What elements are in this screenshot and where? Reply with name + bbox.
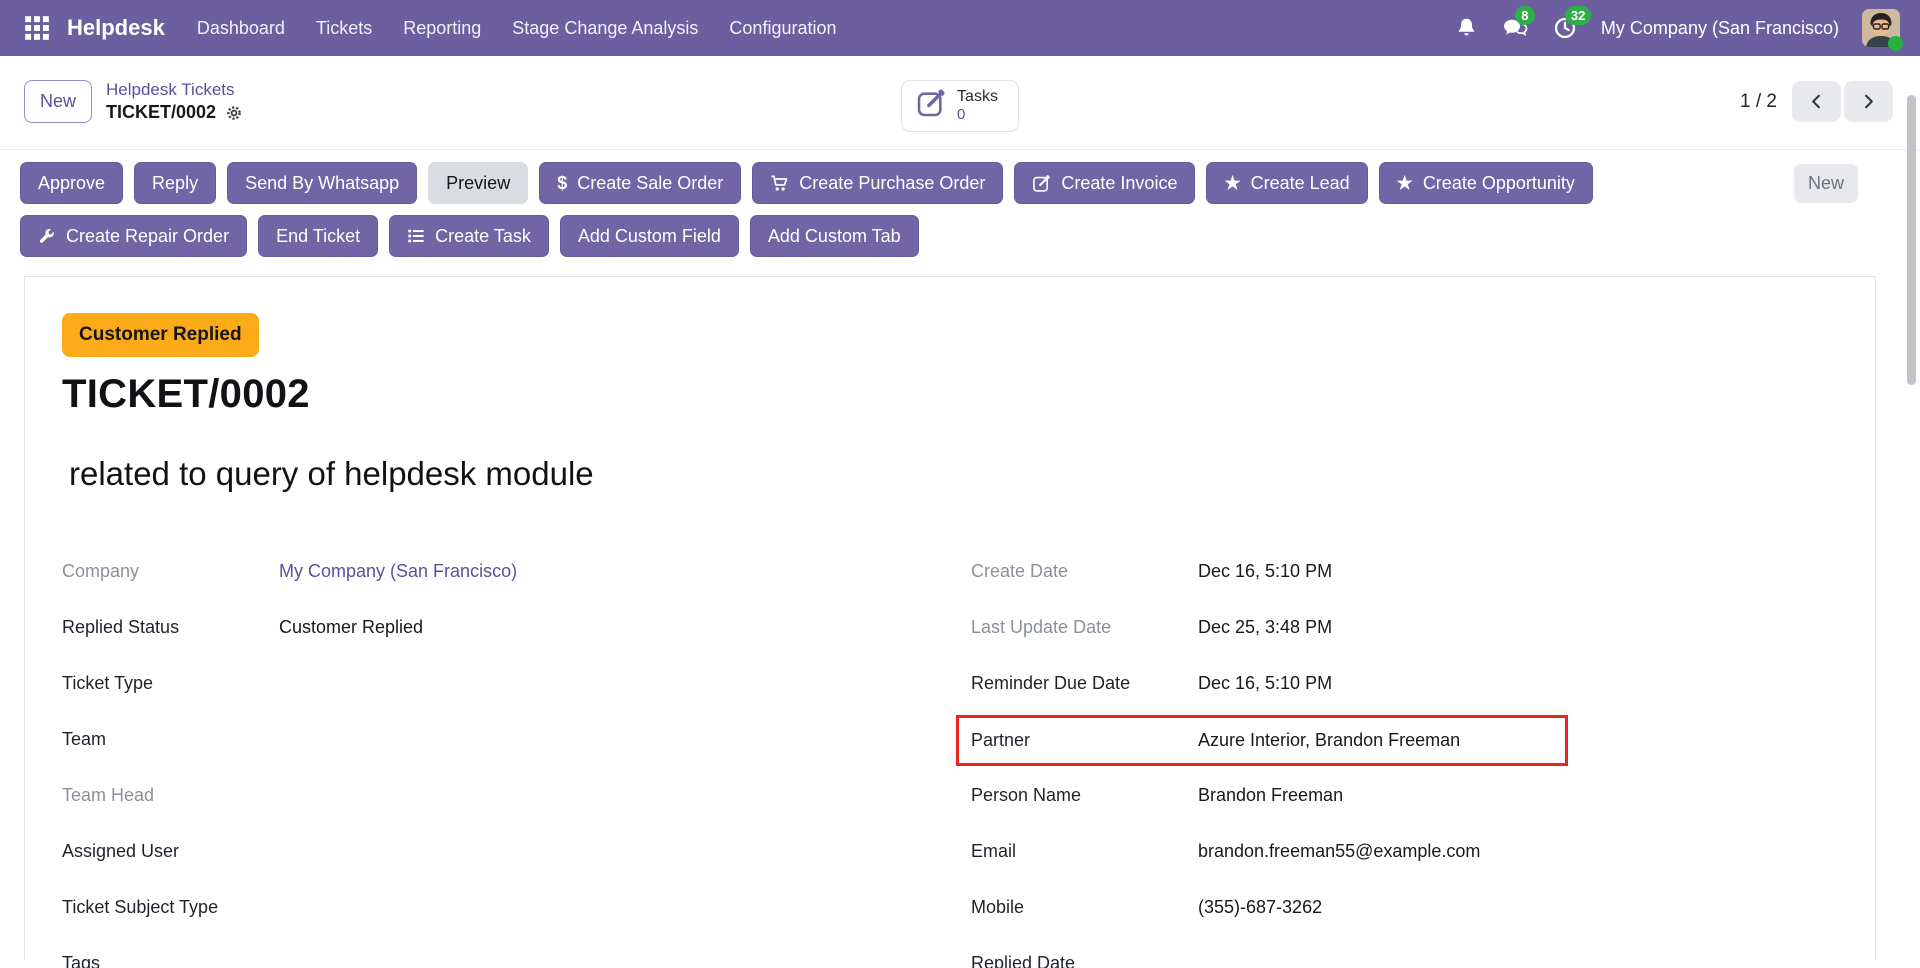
field-create-date: Create Date Dec 16, 5:10 PM xyxy=(971,559,1835,615)
online-status-dot xyxy=(1888,36,1903,51)
tasks-label: Tasks xyxy=(957,88,998,106)
action-button-bar: Approve Reply Send By Whatsapp Preview $… xyxy=(0,149,1920,257)
create-task-button[interactable]: Create Task xyxy=(389,215,549,257)
breadcrumb: Helpdesk Tickets TICKET/0002 xyxy=(106,80,243,123)
top-navbar: Helpdesk Dashboard Tickets Reporting Sta… xyxy=(0,0,1920,56)
edit-square-icon xyxy=(1032,174,1051,193)
pager-position: 1 / 2 xyxy=(1740,91,1777,113)
chevron-left-icon xyxy=(1807,92,1826,111)
field-team-head: Team Head xyxy=(62,783,971,839)
breadcrumb-parent-link[interactable]: Helpdesk Tickets xyxy=(106,80,243,100)
person-name-input[interactable]: Brandon Freeman xyxy=(1198,783,1343,806)
field-tags: Tags xyxy=(62,951,971,968)
approve-button[interactable]: Approve xyxy=(20,162,123,204)
pager-previous-button[interactable] xyxy=(1792,81,1841,122)
nav-item-stage-change-analysis[interactable]: Stage Change Analysis xyxy=(512,18,698,39)
create-sale-order-button[interactable]: $ Create Sale Order xyxy=(539,162,741,204)
stage-badge: Customer Replied xyxy=(62,313,259,357)
preview-button[interactable]: Preview xyxy=(428,162,528,204)
create-purchase-order-button[interactable]: Create Purchase Order xyxy=(752,162,1003,204)
email-input[interactable]: brandon.freeman55@example.com xyxy=(1198,839,1480,862)
reply-button[interactable]: Reply xyxy=(134,162,216,204)
field-assigned-user: Assigned User xyxy=(62,839,971,895)
apps-grid-icon[interactable] xyxy=(24,15,50,41)
wrench-icon xyxy=(38,227,56,245)
partner-input[interactable]: Azure Interior, Brandon Freeman xyxy=(1198,728,1460,751)
nav-item-reporting[interactable]: Reporting xyxy=(403,18,481,39)
vertical-scrollbar[interactable] xyxy=(1907,95,1916,385)
ticket-subject[interactable]: related to query of helpdesk module xyxy=(62,455,1835,493)
field-ticket-type: Ticket Type xyxy=(62,671,971,727)
end-ticket-button[interactable]: End Ticket xyxy=(258,215,378,257)
right-field-column: Create Date Dec 16, 5:10 PM Last Update … xyxy=(971,559,1835,968)
app-title[interactable]: Helpdesk xyxy=(67,15,165,41)
tasks-smart-button[interactable]: Tasks 0 xyxy=(901,80,1019,132)
field-ticket-subject-type: Ticket Subject Type xyxy=(62,895,971,951)
breadcrumb-current: TICKET/0002 xyxy=(106,102,216,123)
messages-count-badge: 8 xyxy=(1515,6,1535,25)
add-custom-field-button[interactable]: Add Custom Field xyxy=(560,215,739,257)
left-field-column: Company My Company (San Francisco) Repli… xyxy=(62,559,971,968)
partner-highlight-box: Partner Azure Interior, Brandon Freeman xyxy=(956,715,1568,766)
ticket-form-sheet: Customer Replied TICKET/0002 related to … xyxy=(24,276,1876,960)
nav-item-dashboard[interactable]: Dashboard xyxy=(197,18,285,39)
status-badge: New xyxy=(1794,164,1858,203)
ticket-reference: TICKET/0002 xyxy=(62,372,1835,417)
gear-icon[interactable] xyxy=(225,104,243,122)
add-custom-tab-button[interactable]: Add Custom Tab xyxy=(750,215,919,257)
record-pager: 1 / 2 xyxy=(1740,81,1893,122)
field-person-name: Person Name Brandon Freeman xyxy=(971,783,1835,839)
star-icon: ★ xyxy=(1397,173,1413,194)
dollar-icon: $ xyxy=(557,173,567,194)
control-panel: New Helpdesk Tickets TICKET/0002 Tasks 0 xyxy=(0,56,1920,149)
send-by-whatsapp-button[interactable]: Send By Whatsapp xyxy=(227,162,417,204)
new-record-button[interactable]: New xyxy=(24,80,92,123)
messages-icon[interactable]: 8 xyxy=(1502,15,1529,42)
cart-icon xyxy=(770,174,789,193)
company-link[interactable]: My Company (San Francisco) xyxy=(279,559,517,582)
edit-note-icon xyxy=(916,88,946,123)
field-replied-date: Replied Date xyxy=(971,951,1835,968)
nav-item-configuration[interactable]: Configuration xyxy=(729,18,836,39)
reminder-due-date-input[interactable]: Dec 16, 5:10 PM xyxy=(1198,671,1332,694)
nav-menu: Dashboard Tickets Reporting Stage Change… xyxy=(197,18,837,39)
field-replied-status: Replied Status Customer Replied xyxy=(62,615,971,671)
chevron-right-icon xyxy=(1859,92,1878,111)
tasks-count: 0 xyxy=(957,106,998,123)
field-mobile: Mobile (355)-687-3262 xyxy=(971,895,1835,951)
pager-next-button[interactable] xyxy=(1844,81,1893,122)
user-avatar[interactable] xyxy=(1862,9,1900,47)
field-team: Team xyxy=(62,727,971,783)
list-icon xyxy=(407,227,425,245)
field-last-update-date: Last Update Date Dec 25, 3:48 PM xyxy=(971,615,1835,671)
activities-count-badge: 32 xyxy=(1565,6,1591,25)
create-repair-order-button[interactable]: Create Repair Order xyxy=(20,215,247,257)
field-email: Email brandon.freeman55@example.com xyxy=(971,839,1835,895)
field-partner: Partner Azure Interior, Brandon Freeman xyxy=(971,727,1835,783)
create-lead-button[interactable]: ★ Create Lead xyxy=(1206,162,1367,204)
notification-bell-icon[interactable] xyxy=(1454,16,1479,41)
company-switcher[interactable]: My Company (San Francisco) xyxy=(1601,18,1839,39)
create-opportunity-button[interactable]: ★ Create Opportunity xyxy=(1379,162,1593,204)
nav-item-tickets[interactable]: Tickets xyxy=(316,18,372,39)
field-company: Company My Company (San Francisco) xyxy=(62,559,971,615)
star-icon: ★ xyxy=(1224,173,1240,194)
mobile-input[interactable]: (355)-687-3262 xyxy=(1198,895,1322,918)
activities-clock-icon[interactable]: 32 xyxy=(1552,15,1578,41)
create-invoice-button[interactable]: Create Invoice xyxy=(1014,162,1195,204)
